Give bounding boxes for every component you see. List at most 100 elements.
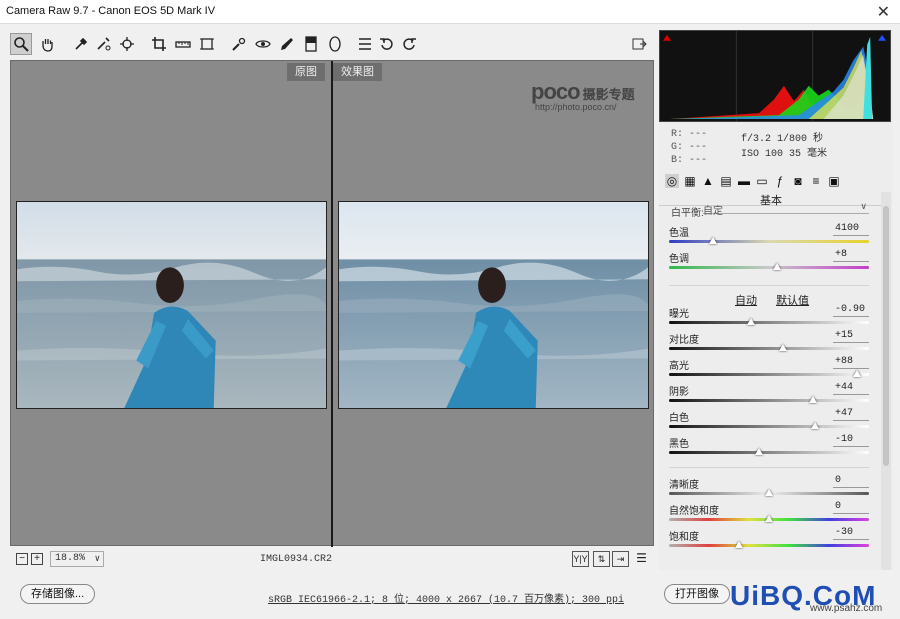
brush-spot-icon <box>232 37 246 51</box>
eyedropper-icon <box>75 37 88 50</box>
slider-knob[interactable] <box>709 237 717 244</box>
adjustment-brush-tool[interactable] <box>276 33 298 55</box>
slider-track[interactable] <box>669 399 869 402</box>
slider-value-field[interactable]: +8 <box>833 249 869 262</box>
preview-preferences-icon[interactable]: ☰ <box>633 551 650 567</box>
magnifier-icon <box>14 37 29 52</box>
detail-tab-icon[interactable]: ▲ <box>701 174 715 188</box>
histogram <box>659 30 891 122</box>
workflow-options-link[interactable]: sRGB IEC61966-2.1; 8 位; 4000 x 2667 (10.… <box>268 590 624 606</box>
slider-knob[interactable] <box>811 422 819 429</box>
slider-knob[interactable] <box>735 541 743 548</box>
slider-row: 阴影 +44 <box>669 382 869 409</box>
slider-knob[interactable] <box>853 370 861 377</box>
slider-value-field[interactable]: -10 <box>833 434 869 447</box>
rotate-right-icon <box>403 38 416 50</box>
crop-tool[interactable] <box>148 33 170 55</box>
swap-settings-icon[interactable]: ⇅ <box>593 551 610 567</box>
slider-value-field[interactable]: +47 <box>833 408 869 421</box>
chevron-down-icon: ∨ <box>94 554 100 564</box>
open-image-button[interactable]: 打开图像 <box>664 584 730 604</box>
slider-track[interactable] <box>669 347 869 350</box>
snapshots-tab-icon[interactable]: ▣ <box>827 174 841 188</box>
slider-track[interactable] <box>669 240 869 243</box>
radial-filter-tool[interactable] <box>324 33 346 55</box>
color-sampler-tool[interactable] <box>92 33 114 55</box>
camera-info: f/3.2 1/800 秒 ISO 100 35 毫米 <box>741 134 828 160</box>
rotate-left-tool[interactable] <box>376 33 398 55</box>
spot-removal-tool[interactable] <box>228 33 250 55</box>
targeted-adjustment-tool[interactable] <box>116 33 138 55</box>
after-label: 效果图 <box>333 63 382 81</box>
slider-track[interactable] <box>669 425 869 428</box>
slider-value-field[interactable]: +15 <box>833 330 869 343</box>
rotate-right-tool[interactable] <box>398 33 420 55</box>
slider-knob[interactable] <box>765 515 773 522</box>
panel-tabs: ◎ ▦ ▲ ▤ ▬ ▭ ƒ ◙ ≡ ▣ <box>661 172 889 190</box>
tone-curve-tab-icon[interactable]: ▦ <box>683 174 697 188</box>
slider-value-field[interactable]: -0.90 <box>833 304 869 317</box>
scrollbar-thumb[interactable] <box>883 206 889 466</box>
hand-tool[interactable] <box>36 33 58 55</box>
save-image-button[interactable]: 存储图像... <box>20 584 96 604</box>
after-photo <box>338 201 649 409</box>
red-eye-tool[interactable] <box>252 33 274 55</box>
slider-knob[interactable] <box>747 318 755 325</box>
slider-knob[interactable] <box>773 263 781 270</box>
ellipse-icon <box>329 36 341 52</box>
slider-knob[interactable] <box>765 489 773 496</box>
slider-track[interactable] <box>669 321 869 324</box>
open-panel-icon[interactable] <box>628 33 650 55</box>
presets-tab-icon[interactable]: ≡ <box>809 174 823 188</box>
transform-tool[interactable] <box>196 33 218 55</box>
split-toning-tab-icon[interactable]: ▬ <box>737 174 751 188</box>
white-balance-tool[interactable] <box>70 33 92 55</box>
copy-settings-icon[interactable]: ⇥ <box>612 551 629 567</box>
hsl-tab-icon[interactable]: ▤ <box>719 174 733 188</box>
graduated-filter-tool[interactable] <box>300 33 322 55</box>
rotate-left-icon <box>380 38 393 50</box>
image-preview-area[interactable]: 原图 效果图 poco 摄影专题 http://photo.poco.cn/ <box>10 60 654 547</box>
list-icon <box>359 38 371 50</box>
zoom-out-button[interactable]: − <box>16 553 28 565</box>
right-panel: R: --- G: --- B: --- f/3.2 1/800 秒 ISO 1… <box>659 30 893 570</box>
before-after-view-icon[interactable]: Y|Y <box>572 551 589 567</box>
before-after-divider <box>331 61 333 547</box>
slider-track[interactable] <box>669 451 869 454</box>
slider-value-field[interactable]: +88 <box>833 356 869 369</box>
slider-value-field[interactable]: 4100 <box>833 223 869 236</box>
toolbar <box>10 33 654 57</box>
file-name: IMGL0934.CR2 <box>260 554 333 565</box>
zoom-in-button[interactable]: + <box>31 553 43 565</box>
slider-value-field[interactable]: +44 <box>833 382 869 395</box>
close-icon[interactable]: ✕ <box>877 2 890 22</box>
lens-tab-icon[interactable]: ▭ <box>755 174 769 188</box>
slider-label: 饱和度 <box>669 532 699 543</box>
effects-tab-icon[interactable]: ƒ <box>773 174 787 188</box>
slider-value-field[interactable]: 0 <box>833 501 869 514</box>
before-photo <box>16 201 327 409</box>
slider-row: 曝光 -0.90 <box>669 304 869 331</box>
white-balance-select[interactable]: 自定 ∨ <box>703 201 869 217</box>
straighten-tool[interactable] <box>172 33 194 55</box>
preferences-tool[interactable] <box>354 33 376 55</box>
slider-value-field[interactable]: 0 <box>833 475 869 488</box>
slider-knob[interactable] <box>755 448 763 455</box>
basic-tab-icon[interactable]: ◎ <box>665 174 679 188</box>
divider <box>669 467 869 468</box>
slider-knob[interactable] <box>779 344 787 351</box>
slider-row: 对比度 +15 <box>669 330 869 357</box>
zoom-tool[interactable] <box>10 33 32 55</box>
slider-knob[interactable] <box>809 396 817 403</box>
slider-label: 色调 <box>669 254 689 265</box>
slider-track[interactable] <box>669 544 869 547</box>
zoom-level-select[interactable]: 18.8% ∨ <box>50 551 104 567</box>
camera-calibration-tab-icon[interactable]: ◙ <box>791 174 805 188</box>
slider-row: 黑色 -10 <box>669 434 869 461</box>
chevron-down-icon: ∨ <box>860 201 867 211</box>
panel-scrollbar[interactable] <box>881 192 891 570</box>
slider-track[interactable] <box>669 266 869 269</box>
slider-row: 清晰度 0 <box>669 475 869 502</box>
slider-track[interactable] <box>669 373 869 376</box>
slider-value-field[interactable]: -30 <box>833 527 869 540</box>
